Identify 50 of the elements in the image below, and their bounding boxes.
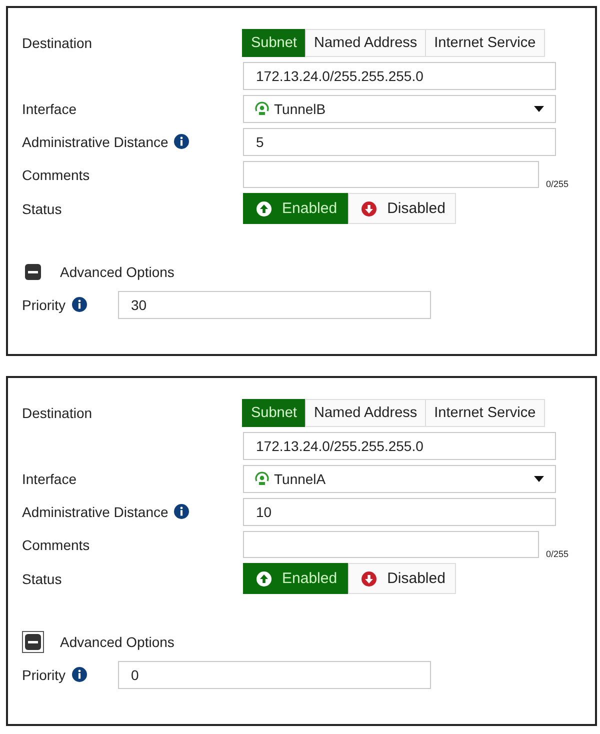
arrow-up-icon bbox=[256, 200, 272, 216]
field-label: Comments bbox=[22, 536, 91, 552]
info-icon bbox=[72, 297, 87, 312]
comments-field[interactable] bbox=[243, 531, 539, 558]
destination-tab[interactable]: Subnet bbox=[242, 28, 306, 56]
caret-icon bbox=[533, 474, 545, 482]
interface-dropdown[interactable]: TunnelA bbox=[243, 464, 556, 492]
arrow-down-icon bbox=[361, 200, 378, 216]
subnet-field[interactable]: 172.13.24.0/255.255.255.0 bbox=[243, 62, 556, 90]
comments-field[interactable] bbox=[243, 161, 539, 188]
field-label: Interface bbox=[22, 470, 78, 486]
section-title: Advanced Options bbox=[60, 634, 174, 650]
status-toggle[interactable]: Enabled bbox=[243, 193, 348, 224]
destination-tab[interactable]: Internet Service bbox=[425, 398, 545, 426]
info-icon bbox=[174, 134, 190, 149]
arrow-up-icon bbox=[256, 570, 272, 586]
field-label: Administrative Distance bbox=[22, 134, 168, 150]
field-label: Priority bbox=[22, 296, 66, 312]
priority-field[interactable]: 0 bbox=[118, 660, 431, 688]
character-counter: 0/255 bbox=[546, 179, 569, 189]
destination-tab[interactable]: Subnet bbox=[242, 398, 306, 426]
field-label: Priority bbox=[22, 666, 66, 682]
field-label: Interface bbox=[22, 100, 78, 116]
status-toggle[interactable]: Enabled bbox=[243, 563, 348, 594]
field-label: Destination bbox=[22, 404, 94, 420]
arrow-down-icon bbox=[361, 570, 378, 586]
interface-dropdown[interactable]: TunnelB bbox=[243, 94, 556, 122]
collapse-toggle[interactable] bbox=[22, 261, 44, 283]
field-label: Status bbox=[22, 200, 63, 216]
distance-field[interactable]: 10 bbox=[243, 498, 556, 526]
info-icon bbox=[72, 667, 87, 682]
distance-field[interactable]: 5 bbox=[243, 128, 556, 156]
status-toggle[interactable]: Disabled bbox=[348, 193, 456, 224]
field-label: Comments bbox=[22, 166, 91, 182]
destination-tab[interactable]: Named Address bbox=[304, 28, 426, 56]
section-title: Advanced Options bbox=[60, 264, 174, 280]
field-label: Destination bbox=[22, 34, 94, 50]
character-counter: 0/255 bbox=[546, 549, 569, 559]
caret-icon bbox=[533, 104, 545, 112]
priority-field[interactable]: 30 bbox=[118, 290, 431, 318]
status-toggle[interactable]: Disabled bbox=[348, 563, 456, 594]
collapse-toggle[interactable] bbox=[22, 631, 44, 653]
tunnel-icon bbox=[254, 100, 270, 116]
tunnel-icon bbox=[254, 470, 270, 486]
subnet-field[interactable]: 172.13.24.0/255.255.255.0 bbox=[243, 432, 556, 460]
field-label: Status bbox=[22, 570, 63, 586]
destination-tab[interactable]: Named Address bbox=[304, 398, 426, 426]
info-icon bbox=[174, 504, 190, 519]
field-label: Administrative Distance bbox=[22, 504, 168, 520]
destination-tab[interactable]: Internet Service bbox=[425, 28, 545, 56]
